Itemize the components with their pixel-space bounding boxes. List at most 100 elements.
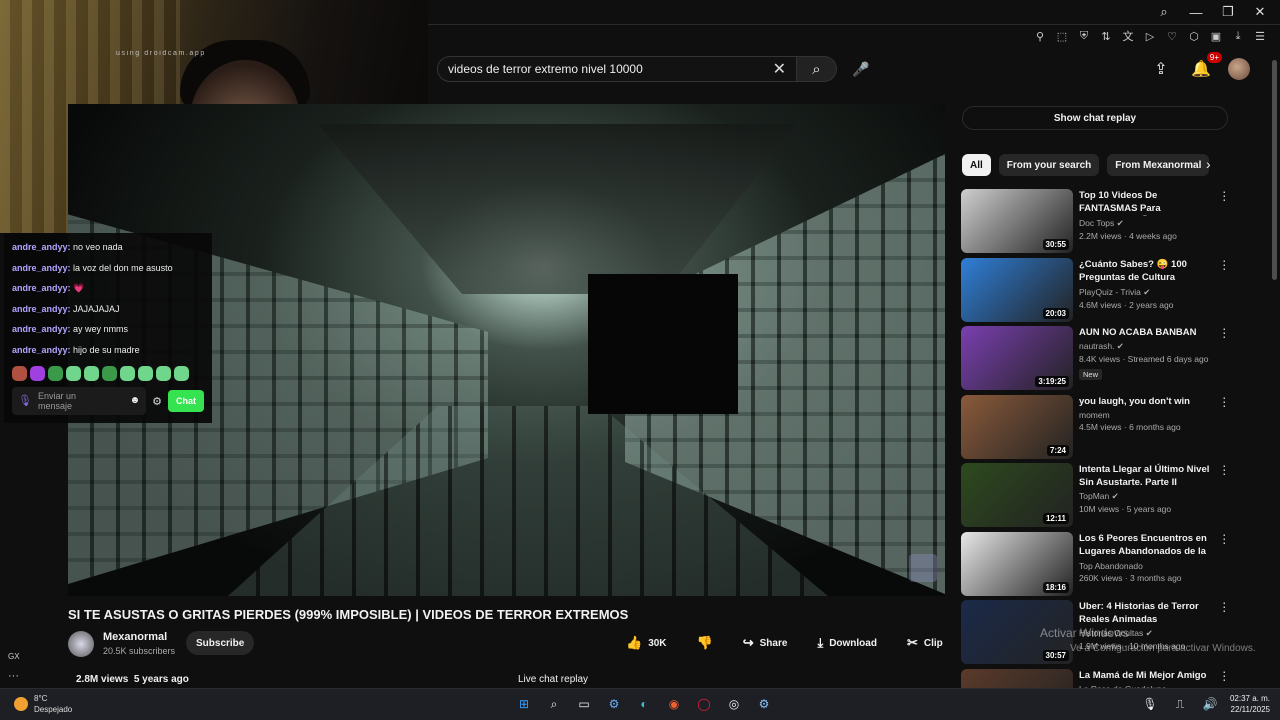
emote-icon[interactable]	[30, 366, 45, 381]
more-vert-icon[interactable]: ⋮	[1217, 395, 1231, 459]
pin-icon[interactable]: ⚲	[1032, 28, 1048, 44]
more-vert-icon[interactable]: ⋮	[1217, 326, 1231, 390]
video-thumbnail[interactable]: 20:03	[961, 257, 1073, 322]
extensions-icon[interactable]: ⬡	[1186, 28, 1202, 44]
opera-gx-icon[interactable]: ◯	[694, 694, 714, 714]
clear-search-icon[interactable]: ✕	[773, 59, 786, 79]
chevron-right-icon[interactable]: ›	[1206, 156, 1211, 172]
account-avatar[interactable]	[1228, 58, 1250, 80]
recommendation-title[interactable]: AUN NO ACABA BANBAN	[1079, 326, 1211, 339]
chat-send-button[interactable]: Chat	[168, 390, 204, 412]
chip-all[interactable]: All	[962, 154, 991, 176]
recommendation-item[interactable]: 7:24 you laugh, you don't win momem 4.5M vi…	[961, 394, 1231, 459]
search-input[interactable]: videos de terror extremo nivel 10000	[448, 62, 773, 76]
recommendation-channel[interactable]: TopMan ✔	[1079, 491, 1211, 502]
download-button[interactable]: ⤓ Download	[807, 630, 887, 656]
chat-input[interactable]: 🎙 Enviar un mensaje ☻	[12, 387, 147, 415]
share-button[interactable]: ↪ Share	[732, 630, 798, 656]
recommendation-item[interactable]: 18:16 Los 6 Peores Encuentros en Lugares …	[961, 531, 1231, 596]
obs-icon[interactable]: ◎	[724, 694, 744, 714]
more-vert-icon[interactable]: ⋮	[1217, 258, 1231, 322]
chip-from-channel[interactable]: From Mexanormal	[1107, 154, 1210, 176]
profile-icon[interactable]: ▣	[1208, 28, 1224, 44]
network-icon[interactable]: ⎍	[1170, 694, 1190, 714]
video-thumbnail[interactable]: 12:11	[961, 463, 1073, 527]
recommendation-title[interactable]: you laugh, you don't win	[1079, 395, 1211, 408]
shield-icon[interactable]: ⛨	[1076, 28, 1092, 44]
subscribe-button[interactable]: Subscribe	[186, 631, 255, 655]
search-icon[interactable]: ⌕	[544, 694, 564, 714]
emote-icon[interactable]	[84, 366, 99, 381]
recommendation-title[interactable]: Top 10 Videos De FANTASMAS Para ASUSTART…	[1079, 189, 1211, 216]
translate-icon[interactable]: 文	[1120, 28, 1136, 44]
recommendation-title[interactable]: La Mamá de Mi Mejor Amigo	[1079, 669, 1211, 682]
video-thumbnail[interactable]: 7:24	[961, 394, 1073, 459]
clip-button[interactable]: ✂ Clip	[896, 630, 953, 656]
more-icon[interactable]: ···	[8, 670, 19, 682]
channel-watermark-icon[interactable]	[909, 554, 937, 582]
mic-icon[interactable]: 🎙	[18, 396, 32, 407]
video-thumbnail[interactable]: 30:55	[961, 189, 1073, 253]
file-explorer-icon[interactable]: ▭	[574, 694, 594, 714]
download-icon[interactable]: ⤓	[1230, 28, 1246, 44]
chat-username[interactable]: andre_andyy:	[12, 283, 71, 293]
search-box[interactable]: videos de terror extremo nivel 10000 ✕	[437, 56, 797, 82]
recommendation-title[interactable]: Los 6 Peores Encuentros en Lugares Aband…	[1079, 532, 1211, 559]
close-button[interactable]: ✕	[1248, 0, 1272, 24]
chat-username[interactable]: andre_andyy:	[12, 263, 71, 273]
channel-name[interactable]: Mexanormal	[103, 631, 167, 643]
notifications-button[interactable]: 🔔 9+	[1188, 52, 1222, 82]
more-vert-icon[interactable]: ⋮	[1217, 463, 1231, 527]
recommendation-channel[interactable]: Top Abandonado	[1079, 561, 1211, 571]
heart-icon[interactable]: ♡	[1164, 28, 1180, 44]
more-vert-icon[interactable]: ⋮	[1217, 532, 1231, 596]
gx-label[interactable]: GX	[8, 652, 20, 661]
app-icon[interactable]: ◉	[664, 694, 684, 714]
recommendation-title[interactable]: ¿Cuánto Sabes? 😜 100 Preguntas de Cultur…	[1079, 258, 1211, 285]
more-vert-icon[interactable]: ⋮	[1217, 600, 1231, 664]
recommendation-item[interactable]: 3:19:25 AUN NO ACABA BANBAN nautrash. ✔ 8.4…	[961, 326, 1231, 390]
volume-icon[interactable]: 🔊	[1200, 694, 1220, 714]
weather-widget[interactable]: 8°C Despejado	[14, 693, 72, 715]
more-vert-icon[interactable]: ⋮	[1217, 189, 1231, 253]
tab-search-icon[interactable]: ⌕	[1152, 0, 1176, 24]
recommendation-title[interactable]: Intenta Llegar al Último Nivel Sin Asust…	[1079, 463, 1211, 489]
channel-avatar[interactable]	[68, 631, 94, 657]
emote-icon[interactable]	[120, 366, 135, 381]
recommendation-channel[interactable]: nautrash. ✔	[1079, 341, 1211, 352]
emote-icon[interactable]	[48, 366, 63, 381]
play-icon[interactable]: ▷	[1142, 28, 1158, 44]
recommendation-item[interactable]: 12:11 Intenta Llegar al Último Nivel Sin …	[961, 463, 1231, 527]
search-button[interactable]: ⌕	[797, 56, 837, 82]
minimize-button[interactable]: —	[1184, 0, 1208, 24]
screenshot-icon[interactable]: ⬚	[1054, 28, 1070, 44]
page-scrollbar[interactable]	[1272, 60, 1277, 280]
recommendation-item[interactable]: 20:03 ¿Cuánto Sabes? 😜 100 Preguntas de C…	[961, 257, 1231, 322]
settings-gear-icon[interactable]: ⚙	[152, 395, 162, 408]
recommendation-channel[interactable]: PlayQuiz - Trivia ✔	[1079, 287, 1211, 298]
steam-client-icon[interactable]: ⚙	[754, 694, 774, 714]
emote-icon[interactable]	[66, 366, 81, 381]
menu-icon[interactable]: ☰	[1252, 28, 1268, 44]
windows-start-icon[interactable]: ⊞	[514, 694, 534, 714]
show-chat-replay-button[interactable]: Show chat replay	[962, 106, 1228, 130]
recommendation-channel[interactable]: momem	[1079, 410, 1211, 420]
microphone-icon[interactable]: 🎙	[1140, 694, 1160, 714]
chat-username[interactable]: andre_andyy:	[12, 242, 71, 252]
video-thumbnail[interactable]: 3:19:25	[961, 326, 1073, 390]
emote-icon[interactable]	[12, 366, 27, 381]
steam-icon[interactable]: ⚙	[604, 694, 624, 714]
emote-icon[interactable]	[138, 366, 153, 381]
chip-from-your-search[interactable]: From your search	[998, 154, 1100, 176]
video-thumbnail[interactable]: 18:16	[961, 531, 1073, 596]
recommendation-title[interactable]: Uber: 4 Historias de Terror Reales Anima…	[1079, 600, 1211, 626]
dislike-button[interactable]: 👎	[686, 630, 723, 656]
recommendation-item[interactable]: 30:55 Top 10 Videos De FANTASMAS Para ASU…	[961, 189, 1231, 253]
restore-button[interactable]: ❐	[1216, 0, 1240, 24]
emoji-icon[interactable]: ☻	[130, 396, 141, 406]
live-chat-replay-label[interactable]: Live chat replay	[518, 674, 588, 685]
voice-search-button[interactable]: 🎤	[848, 56, 874, 82]
emote-icon[interactable]	[174, 366, 189, 381]
chat-username[interactable]: andre_andyy:	[12, 304, 71, 314]
chat-username[interactable]: andre_andyy:	[12, 324, 71, 334]
